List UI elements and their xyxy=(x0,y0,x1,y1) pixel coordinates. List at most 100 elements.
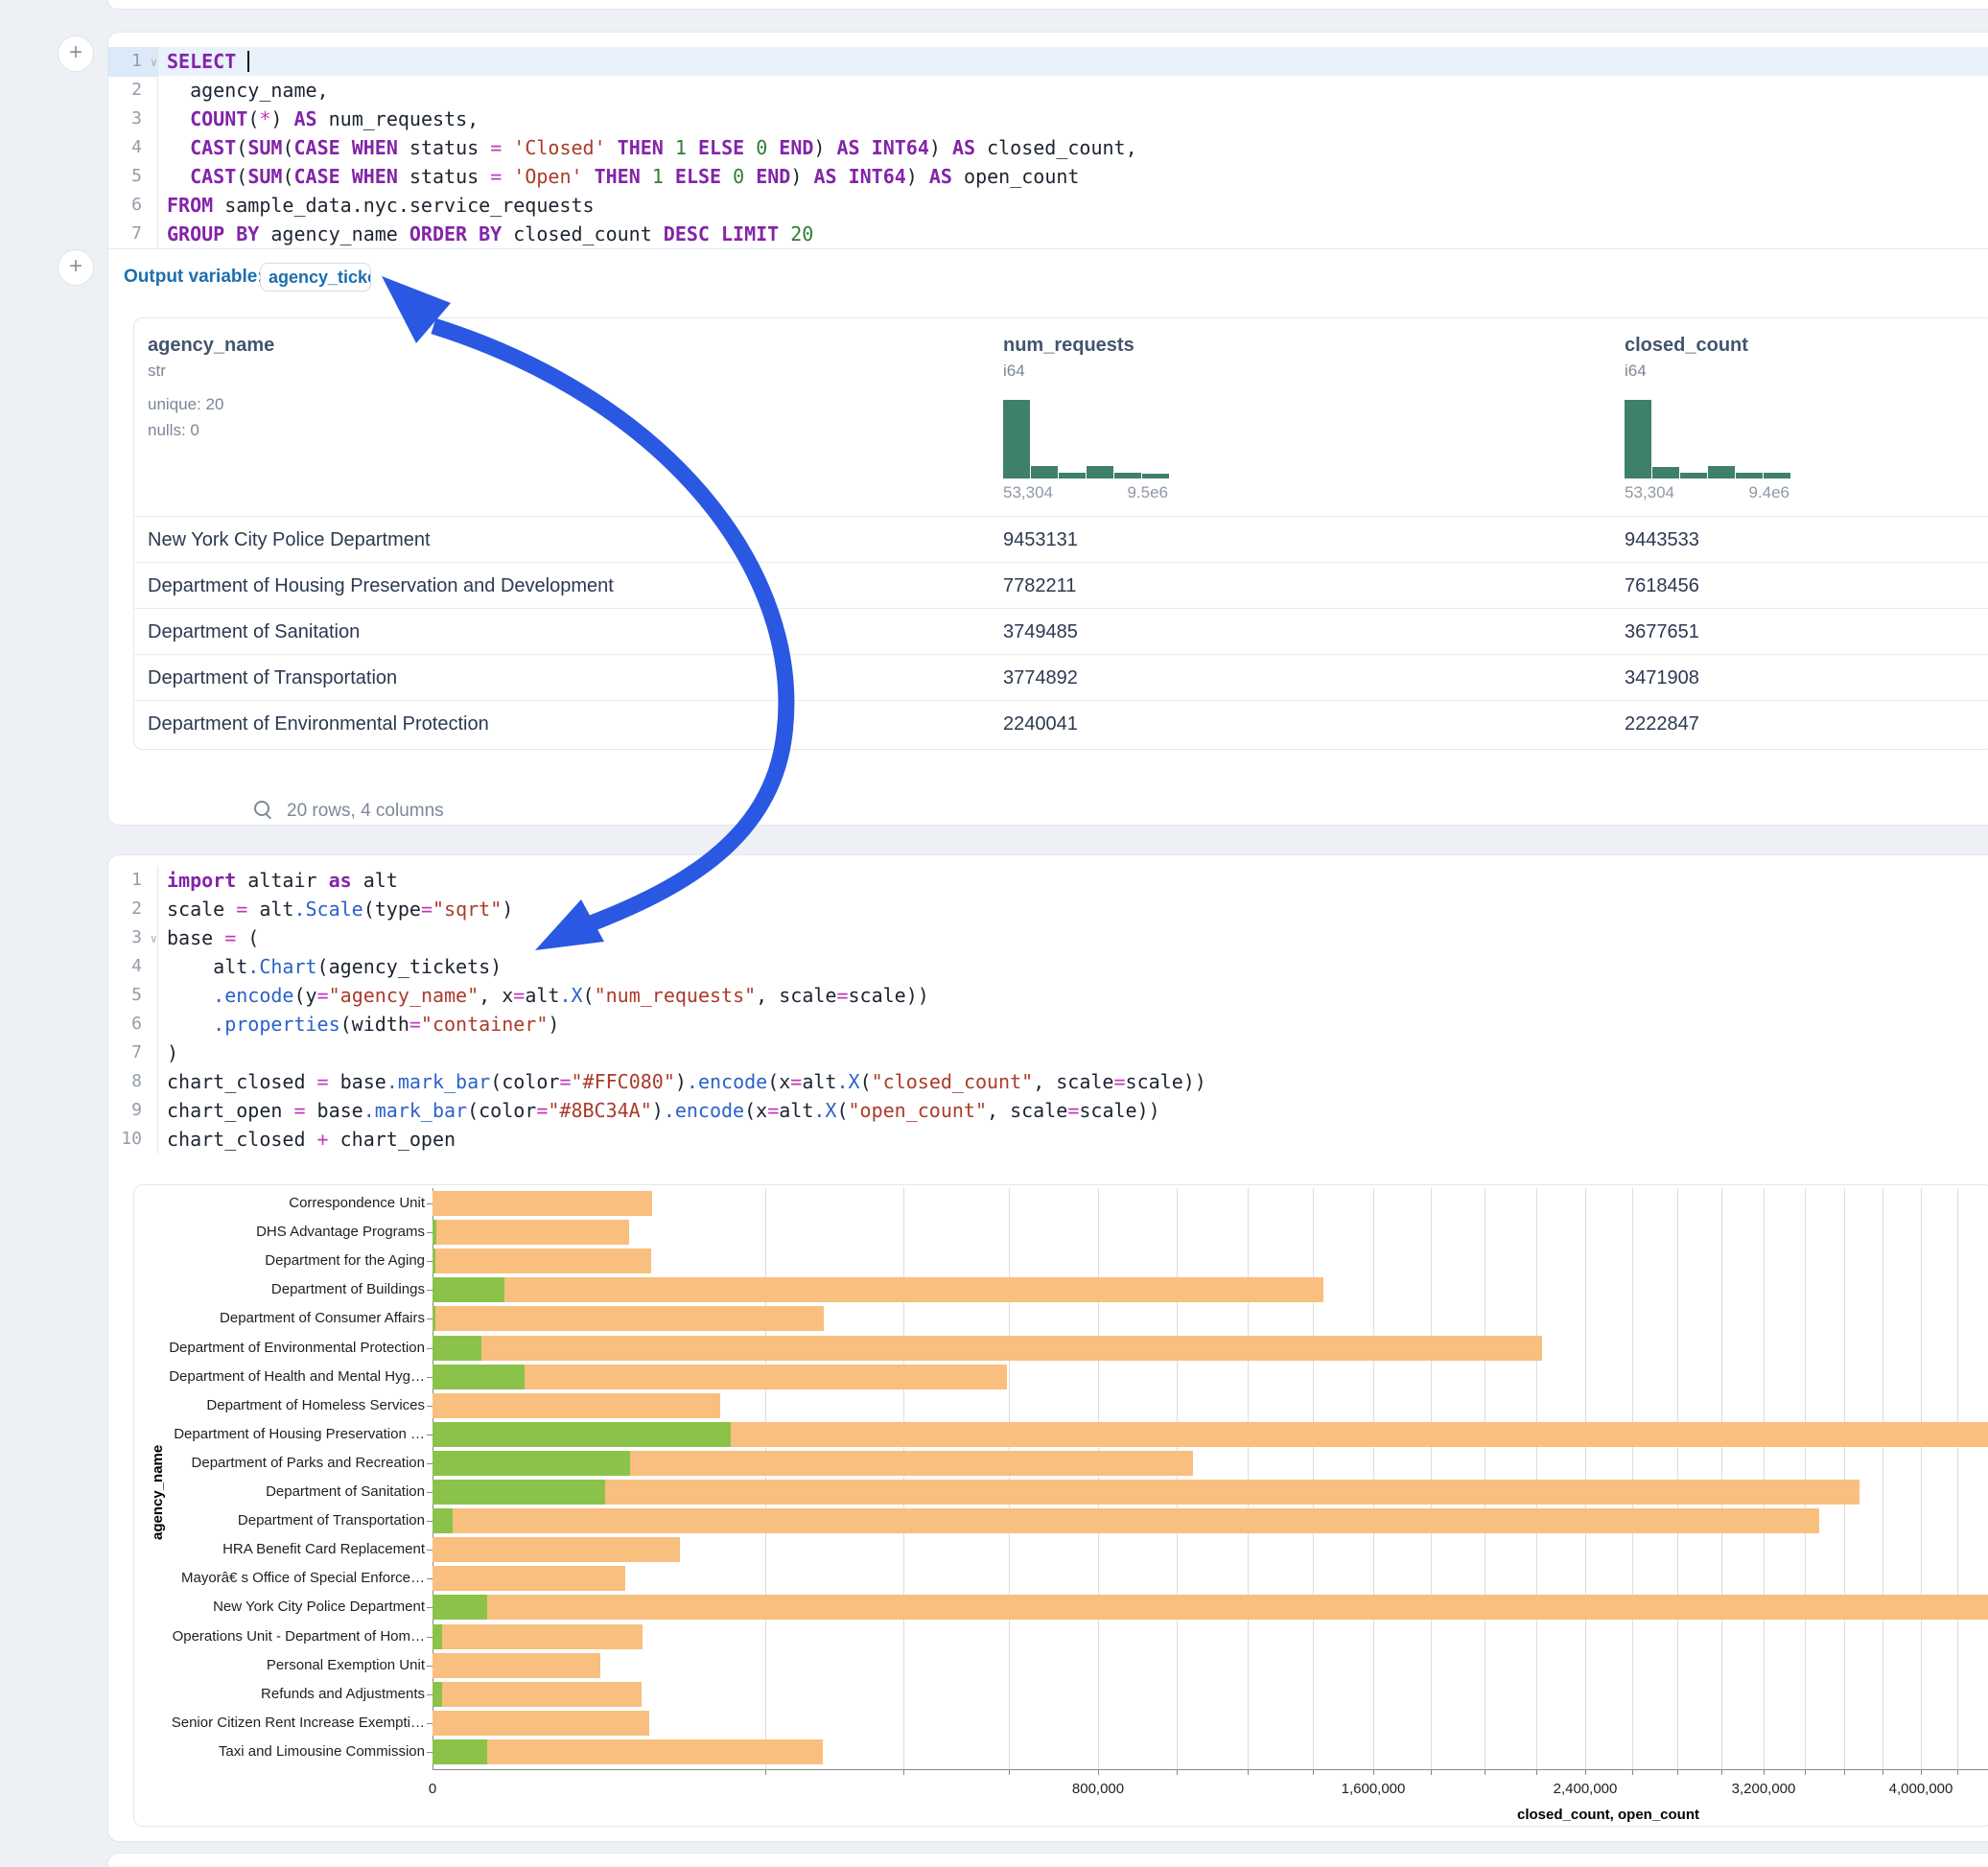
python-line[interactable]: 8 chart_closed = base.mark_bar(color="#F… xyxy=(108,1067,1988,1096)
add-block-button-middle[interactable]: + xyxy=(58,249,94,286)
bar-open-count[interactable] xyxy=(433,1480,605,1505)
table-row[interactable]: Department of Transportation377489234719… xyxy=(134,654,1988,701)
python-line[interactable]: 9 chart_open = base.mark_bar(color="#8BC… xyxy=(108,1096,1988,1125)
add-block-button-top[interactable]: + xyxy=(58,35,94,72)
column-histogram[interactable] xyxy=(1003,400,1168,478)
y-axis-title: agency_name xyxy=(150,1445,166,1540)
python-line[interactable]: 7 ) xyxy=(108,1039,1988,1067)
sql-line[interactable]: 5 CAST(SUM(CASE WHEN status = 'Open' THE… xyxy=(108,162,1988,191)
collapse-chevron-icon[interactable] xyxy=(142,134,157,163)
table-cell: Department of Environmental Protection xyxy=(148,701,489,747)
bar-closed-count[interactable] xyxy=(433,1537,680,1562)
gridline xyxy=(1431,1188,1432,1769)
bar-open-count[interactable] xyxy=(433,1595,487,1620)
bar-closed-count[interactable] xyxy=(433,1653,600,1678)
bar-open-count[interactable] xyxy=(433,1365,525,1389)
sql-line[interactable]: 7 GROUP BY agency_name ORDER BY closed_c… xyxy=(108,220,1988,248)
collapse-chevron-icon[interactable] xyxy=(142,982,157,1011)
collapse-chevron-icon[interactable] xyxy=(142,896,157,924)
table-cell: 9453131 xyxy=(1003,517,1078,563)
histogram-bar xyxy=(1625,400,1651,478)
bar-open-count[interactable] xyxy=(433,1451,630,1476)
python-code-editor[interactable]: 1 import altair as alt2 scale = alt.Scal… xyxy=(108,866,1988,1154)
bar-closed-count[interactable] xyxy=(433,1739,823,1764)
bar-open-count[interactable] xyxy=(433,1739,487,1764)
gridline xyxy=(1921,1188,1922,1769)
bar-closed-count[interactable] xyxy=(433,1277,1323,1302)
python-line[interactable]: 6 .properties(width="container") xyxy=(108,1010,1988,1039)
bar-open-count[interactable] xyxy=(433,1682,442,1707)
collapse-chevron-icon[interactable] xyxy=(142,163,157,192)
collapse-chevron-icon[interactable] xyxy=(142,1097,157,1126)
table-cell: 3471908 xyxy=(1625,655,1699,701)
bar-open-count[interactable] xyxy=(433,1336,481,1361)
output-variable-input[interactable]: agency_tickets xyxy=(260,263,371,292)
collapse-chevron-icon[interactable] xyxy=(142,867,157,896)
python-line[interactable]: 2 scale = alt.Scale(type="sqrt") xyxy=(108,895,1988,923)
collapse-chevron-icon[interactable] xyxy=(142,953,157,982)
bar-closed-count[interactable] xyxy=(433,1393,720,1418)
bar-open-count[interactable] xyxy=(433,1277,504,1302)
bar-closed-count[interactable] xyxy=(433,1508,1819,1533)
collapse-chevron-icon[interactable]: ∨ xyxy=(142,924,157,953)
sql-line[interactable]: 6 FROM sample_data.nyc.service_requests xyxy=(108,191,1988,220)
python-line[interactable]: 5 .encode(y="agency_name", x=alt.X("num_… xyxy=(108,981,1988,1010)
gridline xyxy=(1098,1188,1099,1769)
bar-closed-count[interactable] xyxy=(433,1306,824,1331)
y-category-label: DHS Advantage Programs xyxy=(256,1224,425,1240)
bar-closed-count[interactable] xyxy=(433,1595,1988,1620)
collapse-chevron-icon[interactable] xyxy=(142,105,157,134)
histogram-bar xyxy=(1059,473,1086,478)
line-number: 10 xyxy=(108,1125,157,1155)
bar-closed-count[interactable] xyxy=(433,1624,643,1649)
bar-open-count[interactable] xyxy=(433,1249,435,1273)
column-header[interactable]: num_requests xyxy=(1003,335,1134,357)
bar-closed-count[interactable] xyxy=(433,1191,652,1216)
gridline xyxy=(903,1188,904,1769)
table-row[interactable]: Department of Housing Preservation and D… xyxy=(134,562,1988,609)
y-category-label: Department of Transportation xyxy=(238,1512,425,1529)
sql-line[interactable]: 3 COUNT(*) AS num_requests, xyxy=(108,105,1988,133)
bar-closed-count[interactable] xyxy=(433,1566,625,1591)
column-histogram[interactable] xyxy=(1625,400,1789,478)
bar-closed-count[interactable] xyxy=(433,1480,1859,1505)
python-line[interactable]: 4 alt.Chart(agency_tickets) xyxy=(108,952,1988,981)
search-icon[interactable] xyxy=(252,799,273,820)
collapse-chevron-icon[interactable]: ∨ xyxy=(142,48,157,77)
collapse-chevron-icon[interactable] xyxy=(142,1011,157,1039)
table-row[interactable]: Department of Environmental Protection22… xyxy=(134,700,1988,747)
sql-line[interactable]: 4 CAST(SUM(CASE WHEN status = 'Closed' T… xyxy=(108,133,1988,162)
python-line[interactable]: 1 import altair as alt xyxy=(108,866,1988,895)
table-row[interactable]: New York City Police Department945313194… xyxy=(134,516,1988,563)
collapse-chevron-icon[interactable] xyxy=(142,221,157,249)
python-line[interactable]: 10 chart_closed + chart_open xyxy=(108,1125,1988,1154)
bar-closed-count[interactable] xyxy=(433,1682,642,1707)
sql-code-editor[interactable]: 1∨SELECT 2 agency_name,3 COUNT(*) AS num… xyxy=(108,47,1988,248)
bar-closed-count[interactable] xyxy=(433,1249,651,1273)
column-header[interactable]: closed_count xyxy=(1625,335,1748,357)
bar-open-count[interactable] xyxy=(433,1422,731,1447)
collapse-chevron-icon[interactable] xyxy=(142,1068,157,1097)
bar-closed-count[interactable] xyxy=(433,1220,629,1245)
code-text: chart_closed = base.mark_bar(color="#FFC… xyxy=(157,1067,1206,1096)
collapse-chevron-icon[interactable] xyxy=(142,192,157,221)
collapse-chevron-icon[interactable] xyxy=(142,77,157,105)
table-cell: 7618456 xyxy=(1625,563,1699,609)
collapse-chevron-icon[interactable] xyxy=(142,1126,157,1155)
bar-open-count[interactable] xyxy=(433,1624,442,1649)
bar-closed-count[interactable] xyxy=(433,1711,649,1736)
line-number: 2 xyxy=(108,895,157,924)
column-header[interactable]: agency_name xyxy=(148,335,274,357)
collapse-chevron-icon[interactable] xyxy=(142,1039,157,1068)
bar-closed-count[interactable] xyxy=(433,1336,1542,1361)
sql-line[interactable]: 2 agency_name, xyxy=(108,76,1988,105)
sql-line[interactable]: 1∨SELECT xyxy=(108,47,1988,76)
bar-open-count[interactable] xyxy=(433,1508,453,1533)
bar-open-count[interactable] xyxy=(433,1220,436,1245)
y-category-label: HRA Benefit Card Replacement xyxy=(222,1541,425,1557)
column-type: str xyxy=(148,362,166,381)
bar-open-count[interactable] xyxy=(433,1306,435,1331)
python-line[interactable]: 3∨base = ( xyxy=(108,923,1988,952)
dataframe-footer[interactable]: 20 rows, 4 columns xyxy=(252,795,444,828)
table-row[interactable]: Department of Sanitation37494853677651 xyxy=(134,608,1988,655)
